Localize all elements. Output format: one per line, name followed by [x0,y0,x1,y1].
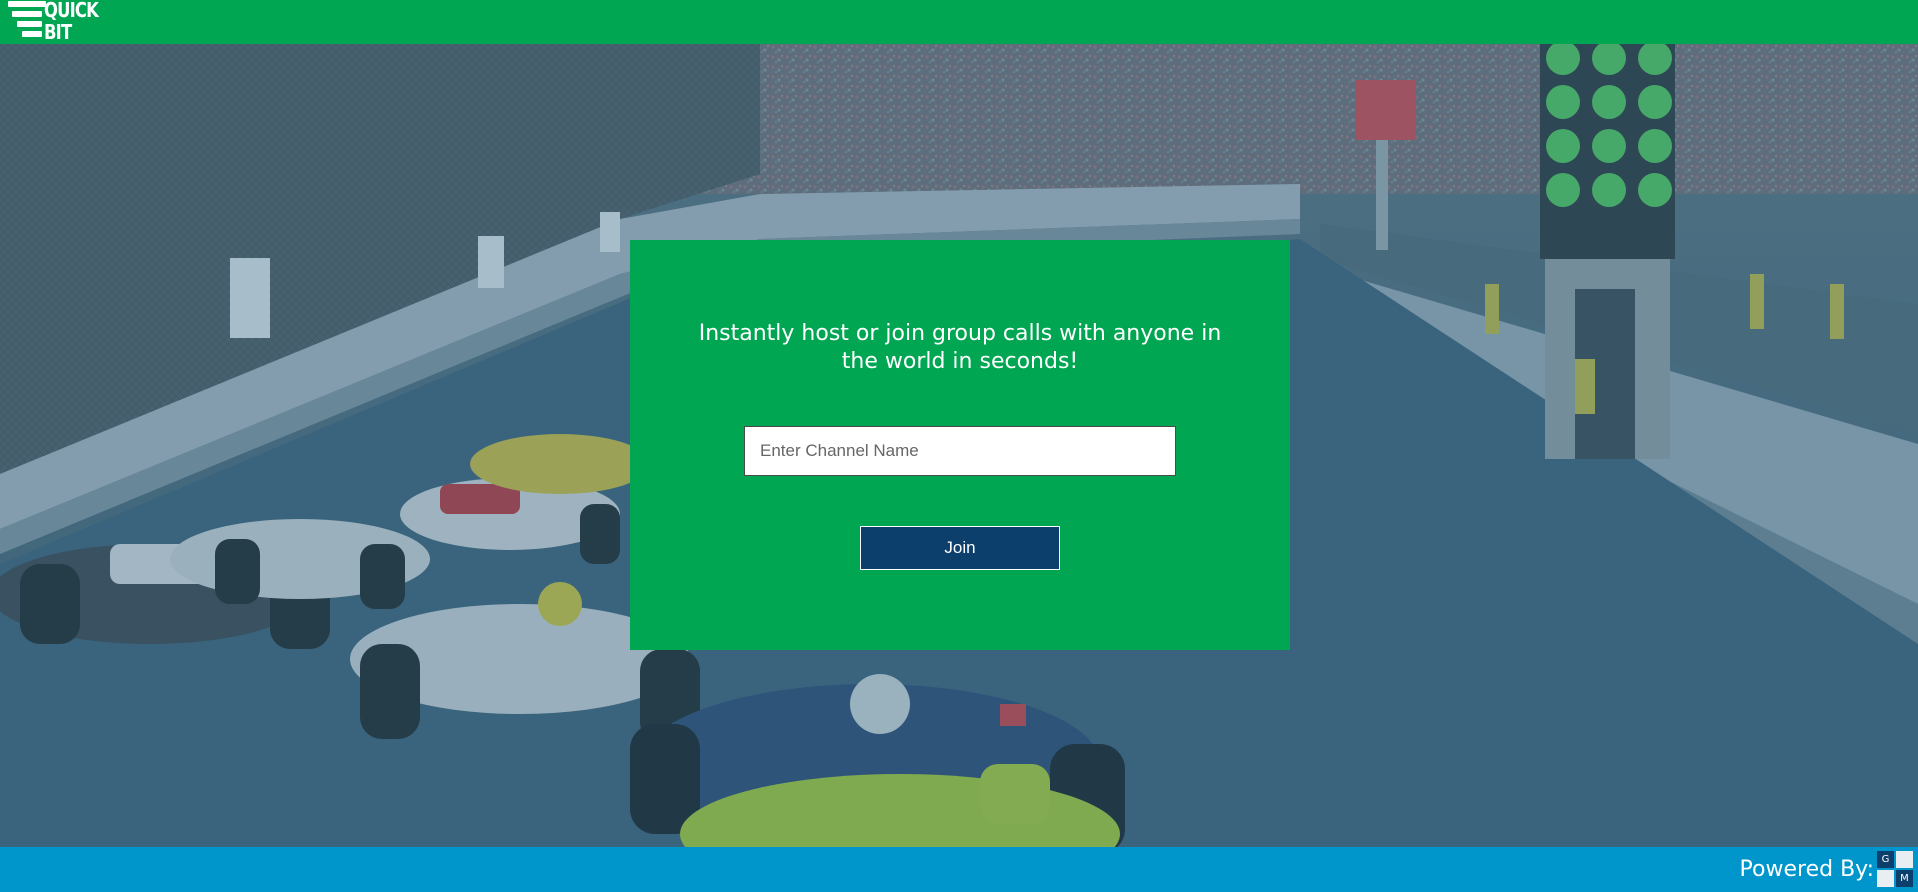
join-button[interactable]: Join [860,526,1060,570]
join-panel: Instantly host or join group calls with … [630,240,1290,650]
gm-logo-letter-m: M [1896,870,1913,887]
quickbit-logo[interactable]: QUICK BIT [4,0,104,44]
powered-by-label: Powered By: [1739,857,1874,882]
logo-text: QUICK BIT [44,0,99,44]
app-page: QUICK BIT Instantly host or join group c… [0,0,1918,892]
gm-logo-icon[interactable]: G M [1877,851,1913,887]
gm-logo-letter-g: G [1877,851,1894,868]
logo-text-line2: BIT [44,20,72,44]
gm-logo-tile [1896,851,1913,868]
top-header: QUICK BIT [0,0,1918,44]
gm-logo-tile [1877,870,1894,887]
footer: Powered By: G M [0,847,1918,892]
logo-text-line1: QUICK [44,0,99,22]
tagline: Instantly host or join group calls with … [698,321,1222,374]
channel-name-input[interactable] [744,426,1176,476]
